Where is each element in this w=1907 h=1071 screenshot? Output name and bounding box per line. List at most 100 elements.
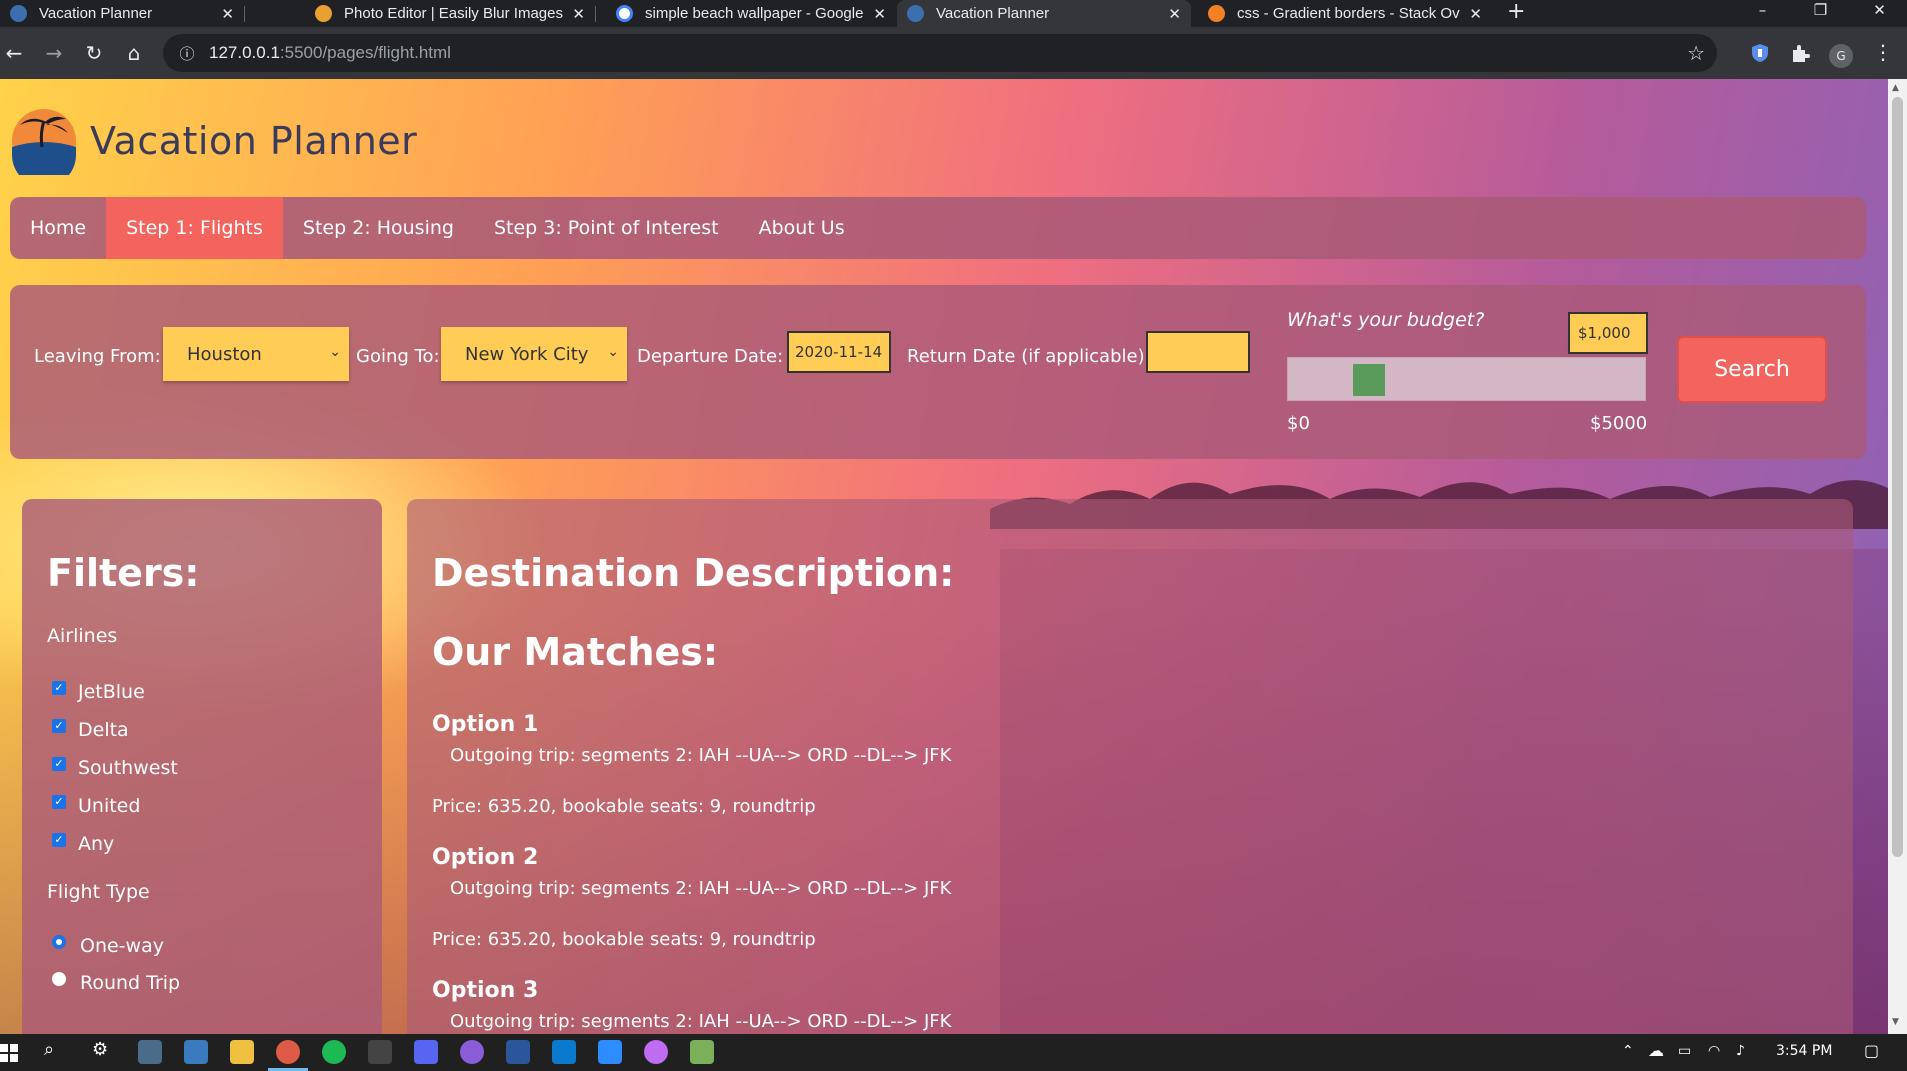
- search-icon[interactable]: ⌕: [44, 1039, 54, 1060]
- file-explorer-icon[interactable]: [230, 1040, 254, 1064]
- airline-option-any[interactable]: ✓ Any: [52, 833, 114, 855]
- airline-label: JetBlue: [78, 681, 145, 703]
- app-icon[interactable]: [690, 1040, 714, 1064]
- scroll-up-icon[interactable]: ▲: [1892, 83, 1899, 93]
- search-button[interactable]: Search: [1677, 336, 1827, 403]
- option-trip: Outgoing trip: segments 2: IAH --UA--> O…: [450, 745, 952, 766]
- budget-question: What's your budget?: [1287, 309, 1485, 331]
- url-host: 127.0.0.1: [209, 43, 280, 62]
- spotify-icon[interactable]: [322, 1040, 346, 1064]
- flight-type-round-trip[interactable]: Round Trip: [52, 972, 180, 994]
- nav-home[interactable]: Home: [10, 197, 106, 259]
- profile-avatar[interactable]: G: [1829, 44, 1853, 68]
- browser-toolbar: ← → ↻ ⌂ ⓘ 127.0.0.1:5500/pages/flight.ht…: [0, 27, 1907, 79]
- color-picker-icon[interactable]: [644, 1040, 668, 1064]
- nav-about-us[interactable]: About Us: [739, 197, 865, 259]
- airline-option-jetblue[interactable]: ✓ JetBlue: [52, 681, 145, 703]
- more-menu-icon[interactable]: ⋮: [1873, 40, 1893, 64]
- palm-logo-icon: [10, 5, 27, 22]
- new-tab-button[interactable]: +: [1507, 0, 1525, 27]
- app-icon[interactable]: [460, 1040, 484, 1064]
- airlines-label: Airlines: [47, 625, 118, 647]
- tab-divider: [595, 6, 596, 22]
- flight-type-label: Flight Type: [47, 881, 150, 903]
- airline-option-delta[interactable]: ✓ Delta: [52, 719, 129, 741]
- taskbar-clock[interactable]: 3:54 PM: [1776, 1043, 1832, 1059]
- budget-slider[interactable]: [1287, 357, 1646, 401]
- nav-flights[interactable]: Step 1: Flights: [106, 197, 283, 259]
- option-title: Option 2: [432, 845, 539, 870]
- radio-selected-icon[interactable]: [52, 935, 66, 949]
- option-title: Option 1: [432, 712, 539, 737]
- close-icon[interactable]: ✕: [221, 5, 234, 23]
- filters-panel: Filters: Airlines ✓ JetBlue ✓ Delta ✓ So…: [22, 499, 382, 1034]
- budget-value-field[interactable]: $1,000: [1568, 312, 1648, 354]
- budget-slider-thumb[interactable]: [1353, 364, 1385, 396]
- return-date-input[interactable]: [1146, 331, 1250, 373]
- going-to-select[interactable]: New York City ⌄: [441, 327, 627, 381]
- cloud-icon[interactable]: ☁: [1648, 1041, 1664, 1060]
- tab-divider: [244, 6, 245, 22]
- radio-unselected-icon[interactable]: [52, 972, 66, 986]
- back-arrow-icon[interactable]: ←: [0, 39, 28, 67]
- shield-icon[interactable]: [1749, 42, 1771, 64]
- terminal-icon[interactable]: [368, 1040, 392, 1064]
- tab-title: css - Gradient borders - Stack Ov: [1237, 5, 1460, 22]
- info-icon[interactable]: ⓘ: [177, 43, 197, 64]
- chevron-up-icon[interactable]: ⌃: [1622, 1043, 1634, 1059]
- photos-icon[interactable]: [184, 1040, 208, 1064]
- tab-title: Vacation Planner: [39, 5, 153, 22]
- volume-icon[interactable]: ♪: [1736, 1043, 1745, 1059]
- scrollbar-thumb[interactable]: [1892, 97, 1903, 857]
- tab-google-search[interactable]: simple beach wallpaper - Google ✕: [606, 0, 896, 27]
- tab-stack-overflow[interactable]: css - Gradient borders - Stack Ov ✕: [1198, 0, 1492, 27]
- wifi-icon[interactable]: ◠: [1708, 1043, 1720, 1059]
- close-icon[interactable]: ✕: [572, 5, 585, 23]
- puzzle-extensions-icon[interactable]: [1789, 42, 1811, 64]
- calculator-icon[interactable]: [138, 1040, 162, 1064]
- tab-vacation-planner-active[interactable]: Vacation Planner ✕: [897, 0, 1191, 27]
- notifications-icon[interactable]: ▢: [1864, 1041, 1879, 1060]
- tab-title: simple beach wallpaper - Google: [645, 5, 864, 22]
- bookmark-star-icon[interactable]: ☆: [1687, 41, 1705, 65]
- battery-icon[interactable]: ▭: [1678, 1043, 1691, 1059]
- tab-vacation-planner-1[interactable]: Vacation Planner ✕: [0, 0, 244, 27]
- home-icon[interactable]: ⌂: [120, 39, 148, 67]
- forward-arrow-icon[interactable]: →: [40, 39, 68, 67]
- nav-housing[interactable]: Step 2: Housing: [283, 197, 474, 259]
- checkbox-checked-icon[interactable]: ✓: [52, 681, 66, 695]
- close-icon[interactable]: ✕: [1168, 5, 1181, 23]
- checkbox-checked-icon[interactable]: ✓: [52, 833, 66, 847]
- flight-type-option-label: Round Trip: [80, 972, 181, 994]
- page-scrollbar[interactable]: ▲ ▼: [1888, 79, 1907, 1034]
- checkbox-checked-icon[interactable]: ✓: [52, 795, 66, 809]
- minimize-button[interactable]: –: [1735, 0, 1790, 27]
- close-window-button[interactable]: ✕: [1852, 0, 1907, 27]
- airline-option-united[interactable]: ✓ United: [52, 795, 140, 817]
- tab-photo-editor[interactable]: Photo Editor | Easily Blur Images ✕: [305, 0, 595, 27]
- word-icon[interactable]: [506, 1040, 530, 1064]
- close-icon[interactable]: ✕: [873, 5, 886, 23]
- stack-overflow-icon: [1208, 5, 1225, 22]
- leaving-from-select[interactable]: Houston ⌄: [163, 327, 349, 381]
- airline-option-southwest[interactable]: ✓ Southwest: [52, 757, 178, 779]
- checkbox-checked-icon[interactable]: ✓: [52, 719, 66, 733]
- departure-date-input[interactable]: 2020-11-14: [787, 331, 891, 373]
- windows-start-icon[interactable]: [0, 1044, 18, 1062]
- restore-button[interactable]: ❐: [1793, 0, 1848, 27]
- flight-type-one-way[interactable]: One-way: [52, 935, 164, 957]
- address-bar[interactable]: ⓘ 127.0.0.1:5500/pages/flight.html ☆: [163, 34, 1717, 72]
- chevron-down-icon: ⌄: [607, 344, 619, 360]
- reload-icon[interactable]: ↻: [80, 39, 108, 67]
- close-icon[interactable]: ✕: [1469, 5, 1482, 23]
- nav-point-of-interest[interactable]: Step 3: Point of Interest: [474, 197, 739, 259]
- discord-icon[interactable]: [414, 1040, 438, 1064]
- chrome-icon[interactable]: [276, 1040, 300, 1064]
- tab-title: Vacation Planner: [936, 5, 1050, 22]
- scroll-down-icon[interactable]: ▼: [1892, 1017, 1899, 1027]
- checkbox-checked-icon[interactable]: ✓: [52, 757, 66, 771]
- gear-icon[interactable]: ⚙: [92, 1039, 108, 1060]
- zoom-icon[interactable]: [598, 1040, 622, 1064]
- departure-date-label: Departure Date:: [637, 346, 784, 367]
- vscode-icon[interactable]: [552, 1040, 576, 1064]
